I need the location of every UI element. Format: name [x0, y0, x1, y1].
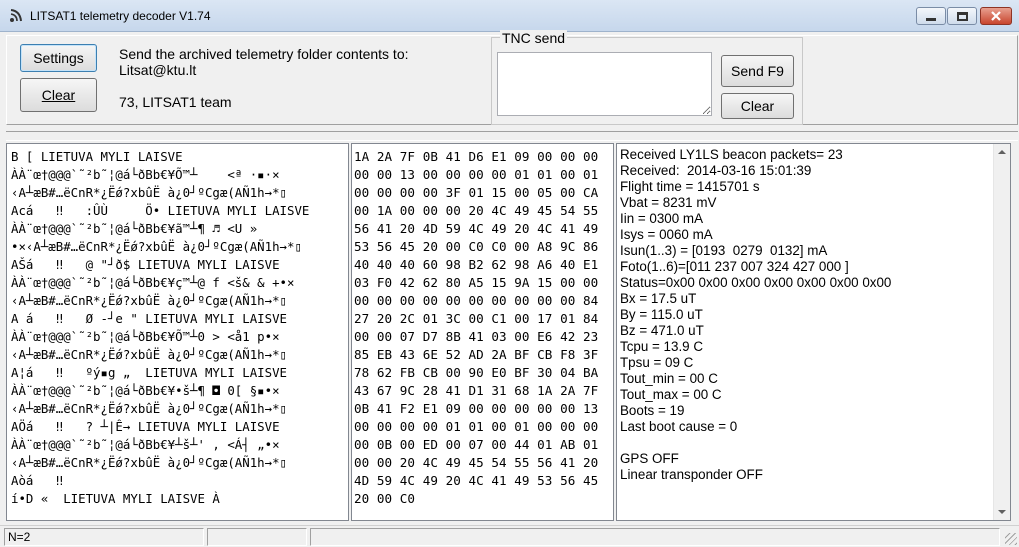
raw-text-line: AÖá ‼ ? ┴|Ê→ LIETUVA MYLI LAISVE	[11, 419, 280, 434]
hex-dump-content: 1A 2A 7F 0B 41 D6 E1 09 00 00 00 00 00 13…	[352, 144, 613, 508]
decoded-telemetry-content: Received LY1LS beacon packets= 23 Receive…	[617, 144, 1010, 483]
tnc-send-caption: TNC send	[500, 30, 568, 46]
maximize-icon	[956, 11, 968, 21]
telemetry-line	[620, 435, 1010, 451]
raw-text-line: ‹A┴æB#…ëCnR*¿Ëǿ?xbûË à¿0┘ºCgæ(AÑ1h→*▯	[11, 185, 288, 200]
splitter[interactable]	[6, 131, 1018, 141]
raw-text-line: ‹A┴æB#…ëCnR*¿Ëǿ?xbûË à¿0┘ºCgæ(AÑ1h→*▯	[11, 401, 288, 416]
hex-dump-line: 27 20 2C 01 3C 00 C1 00 17 01 84	[354, 311, 599, 326]
raw-text-line: ÀÀ¨œ†@@@`˜²b˜¦@á└ðBb€¥ã™┴¶ ♬ <U »	[11, 221, 258, 236]
hex-dump-line: 56 41 20 4D 59 4C 49 20 4C 41 49	[354, 221, 599, 236]
hex-dump-line: 00 00 07 D7 8B 41 03 00 E6 42 23	[354, 329, 599, 344]
raw-text-line: ÀÀ¨œ†@@@`˜²b˜¦@á└ðBb€¥•š┴¶ ◘ 0[ §▪•×	[11, 383, 280, 398]
clear-log-label: Clear	[41, 87, 76, 103]
hex-dump-line: 43 67 9C 28 41 D1 31 68 1A 2A 7F	[354, 383, 599, 398]
scroll-down-icon[interactable]	[998, 510, 1006, 514]
raw-text-content: B [ LIETUVA MYLI LAISVE ÀÀ¨œ†@@@`˜²b˜¦@á└…	[7, 144, 348, 508]
telemetry-line: Boots = 19	[620, 403, 685, 418]
close-button[interactable]	[980, 7, 1012, 25]
team-signature: 73, LITSAT1 team	[119, 94, 232, 110]
telemetry-line: Flight time = 1415701 s	[620, 179, 760, 194]
maximize-button[interactable]	[947, 7, 977, 25]
hex-dump-line: 1A 2A 7F 0B 41 D6 E1 09 00 00 00	[354, 149, 599, 164]
status-bar: N=2	[0, 525, 1019, 547]
hex-dump-line: 00 00 20 4C 49 45 54 55 56 41 20	[354, 455, 599, 470]
status-counter: N=2	[4, 528, 204, 546]
raw-text-line: A¦á ‼ ºý▪g „ LIETUVA MYLI LAISVE	[11, 365, 288, 380]
raw-text-line: ‹A┴æB#…ëCnR*¿Ëǿ?xbûË à¿0┘ºCgæ(AÑ1h→*▯	[11, 347, 288, 362]
raw-text-line: •×‹A┴æB#…ëCnR*¿Ëǿ?xbûË à¿0┘ºCgæ(AÑ1h→*▯	[11, 239, 302, 254]
telemetry-line: Vbat = 8231 mV	[620, 195, 717, 210]
contact-email: Litsat@ktu.lt	[119, 62, 197, 78]
raw-text-line: ÀÀ¨œ†@@@`˜²b˜¦@á└ðBb€¥┴š┴' , <Á┤ „•×	[11, 437, 280, 452]
minimize-button[interactable]	[916, 7, 946, 25]
telemetry-line: Isun(1..3) = [0193 0279 0132] mA	[620, 243, 828, 258]
tnc-clear-button[interactable]: Clear	[721, 93, 794, 119]
hex-dump-line: 78 62 FB CB 00 90 E0 BF 30 04 BA	[354, 365, 599, 380]
resize-grip-icon[interactable]	[1005, 533, 1017, 545]
telemetry-line: Last boot cause = 0	[620, 419, 738, 434]
raw-text-line: ÀÀ¨œ†@@@`˜²b˜¦@á└ðBb€¥ç™┴@ f <š& & +•×	[11, 275, 295, 290]
raw-text-panel[interactable]: B [ LIETUVA MYLI LAISVE ÀÀ¨œ†@@@`˜²b˜¦@á└…	[6, 143, 349, 521]
telemetry-line: Iin = 0300 mA	[620, 211, 703, 226]
hex-dump-line: 00 0B 00 ED 00 07 00 44 01 AB 01	[354, 437, 599, 452]
settings-button[interactable]: Settings	[20, 44, 97, 72]
telemetry-line: Foto(1..6)=[011 237 007 324 427 000 ]	[620, 259, 849, 274]
raw-text-line: Acá ‼ :ÛÙ Ö• LIETUVA MYLI LAISVE	[11, 203, 310, 218]
decoded-telemetry-panel[interactable]: Received LY1LS beacon packets= 23 Receive…	[616, 143, 1011, 521]
telemetry-line: By = 115.0 uT	[620, 307, 703, 322]
hex-dump-line: 85 EB 43 6E 52 AD 2A BF CB F8 3F	[354, 347, 599, 362]
telemetry-line: Received LY1LS beacon packets= 23	[620, 147, 843, 162]
hex-dump-line: 00 00 13 00 00 00 00 01 01 00 01	[354, 167, 599, 182]
telemetry-line: Status=0x00 0x00 0x00 0x00 0x00 0x00 0x0…	[620, 275, 892, 290]
status-cell-2	[207, 528, 307, 546]
hex-dump-line: 00 00 00 00 00 00 00 00 00 00 84	[354, 293, 599, 308]
raw-text-line: ‹A┴æB#…ëCnR*¿Ëǿ?xbûË à¿0┘ºCgæ(AÑ1h→*▯	[11, 455, 288, 470]
scroll-up-icon[interactable]	[998, 150, 1006, 154]
telemetry-line: Tcpu = 13.9 C	[620, 339, 703, 354]
telemetry-line: Isys = 0060 mA	[620, 227, 713, 242]
raw-text-line: B [ LIETUVA MYLI LAISVE	[11, 149, 183, 164]
telemetry-line: Received: 2014-03-16 15:01:39	[620, 163, 812, 178]
hex-dump-line: 20 00 C0	[354, 491, 416, 506]
hex-dump-line: 03 F0 42 62 80 A5 15 9A 15 00 00	[354, 275, 599, 290]
status-cell-3	[310, 528, 1000, 546]
raw-text-line: A á ‼ Ø -┘e " LIETUVA MYLI LAISVE	[11, 311, 288, 326]
control-panel: Settings Clear Send the archived telemet…	[6, 30, 1018, 125]
satellite-dish-icon	[10, 9, 22, 22]
telemetry-line: Bz = 471.0 uT	[620, 323, 704, 338]
telemetry-line: Bx = 17.5 uT	[620, 291, 697, 306]
raw-text-line: Aòá ‼	[11, 473, 64, 488]
telemetry-line: Linear transponder OFF	[620, 467, 763, 482]
raw-text-line: AŠá ‼ @ "┘ð$ LIETUVA MYLI LAISVE	[11, 257, 280, 272]
clear-log-button[interactable]: Clear	[20, 78, 97, 112]
close-icon	[991, 11, 1001, 21]
telemetry-line: Tpsu = 09 C	[620, 355, 694, 370]
archive-instruction: Send the archived telemetry folder conte…	[119, 46, 409, 62]
raw-text-line: ÀÀ¨œ†@@@`˜²b˜¦@á└ðBb€¥Õ™┴0 > <å1 p•×	[11, 329, 280, 344]
send-button[interactable]: Send F9	[721, 55, 794, 87]
telemetry-line: Tout_max = 00 C	[620, 387, 722, 402]
hex-dump-line: 00 00 00 00 3F 01 15 00 05 00 CA	[354, 185, 599, 200]
raw-text-line: ‹A┴æB#…ëCnR*¿Ëǿ?xbûË à¿0┘ºCgæ(AÑ1h→*▯	[11, 293, 288, 308]
hex-dump-line: 00 1A 00 00 00 20 4C 49 45 54 55	[354, 203, 599, 218]
title-bar: LITSAT1 telemetry decoder V1.74	[0, 0, 1019, 32]
hex-dump-line: 0B 41 F2 E1 09 00 00 00 00 00 13	[354, 401, 599, 416]
tnc-send-group: TNC send Send F9 Clear	[491, 30, 803, 125]
hex-dump-line: 53 56 45 20 00 C0 C0 00 A8 9C 86	[354, 239, 599, 254]
telemetry-line: GPS OFF	[620, 451, 679, 466]
hex-dump-line: 40 40 40 60 98 B2 62 98 A6 40 E1	[354, 257, 599, 272]
raw-text-line: í•D « LIETUVA MYLI LAISVE À	[11, 491, 220, 506]
hex-dump-line: 00 00 00 00 01 01 00 01 00 00 00	[354, 419, 599, 434]
telemetry-line: Tout_min = 00 C	[620, 371, 718, 386]
hex-dump-line: 4D 59 4C 49 20 4C 41 49 53 56 45	[354, 473, 599, 488]
hex-dump-panel[interactable]: 1A 2A 7F 0B 41 D6 E1 09 00 00 00 00 00 13…	[351, 143, 614, 521]
vertical-scrollbar[interactable]	[993, 144, 1010, 520]
raw-text-line: ÀÀ¨œ†@@@`˜²b˜¦@á└ðBb€¥Õ™┴ <ª ·▪·×	[11, 167, 280, 182]
tnc-send-input[interactable]	[497, 52, 712, 116]
minimize-icon	[926, 17, 936, 21]
window-title: LITSAT1 telemetry decoder V1.74	[30, 9, 211, 23]
